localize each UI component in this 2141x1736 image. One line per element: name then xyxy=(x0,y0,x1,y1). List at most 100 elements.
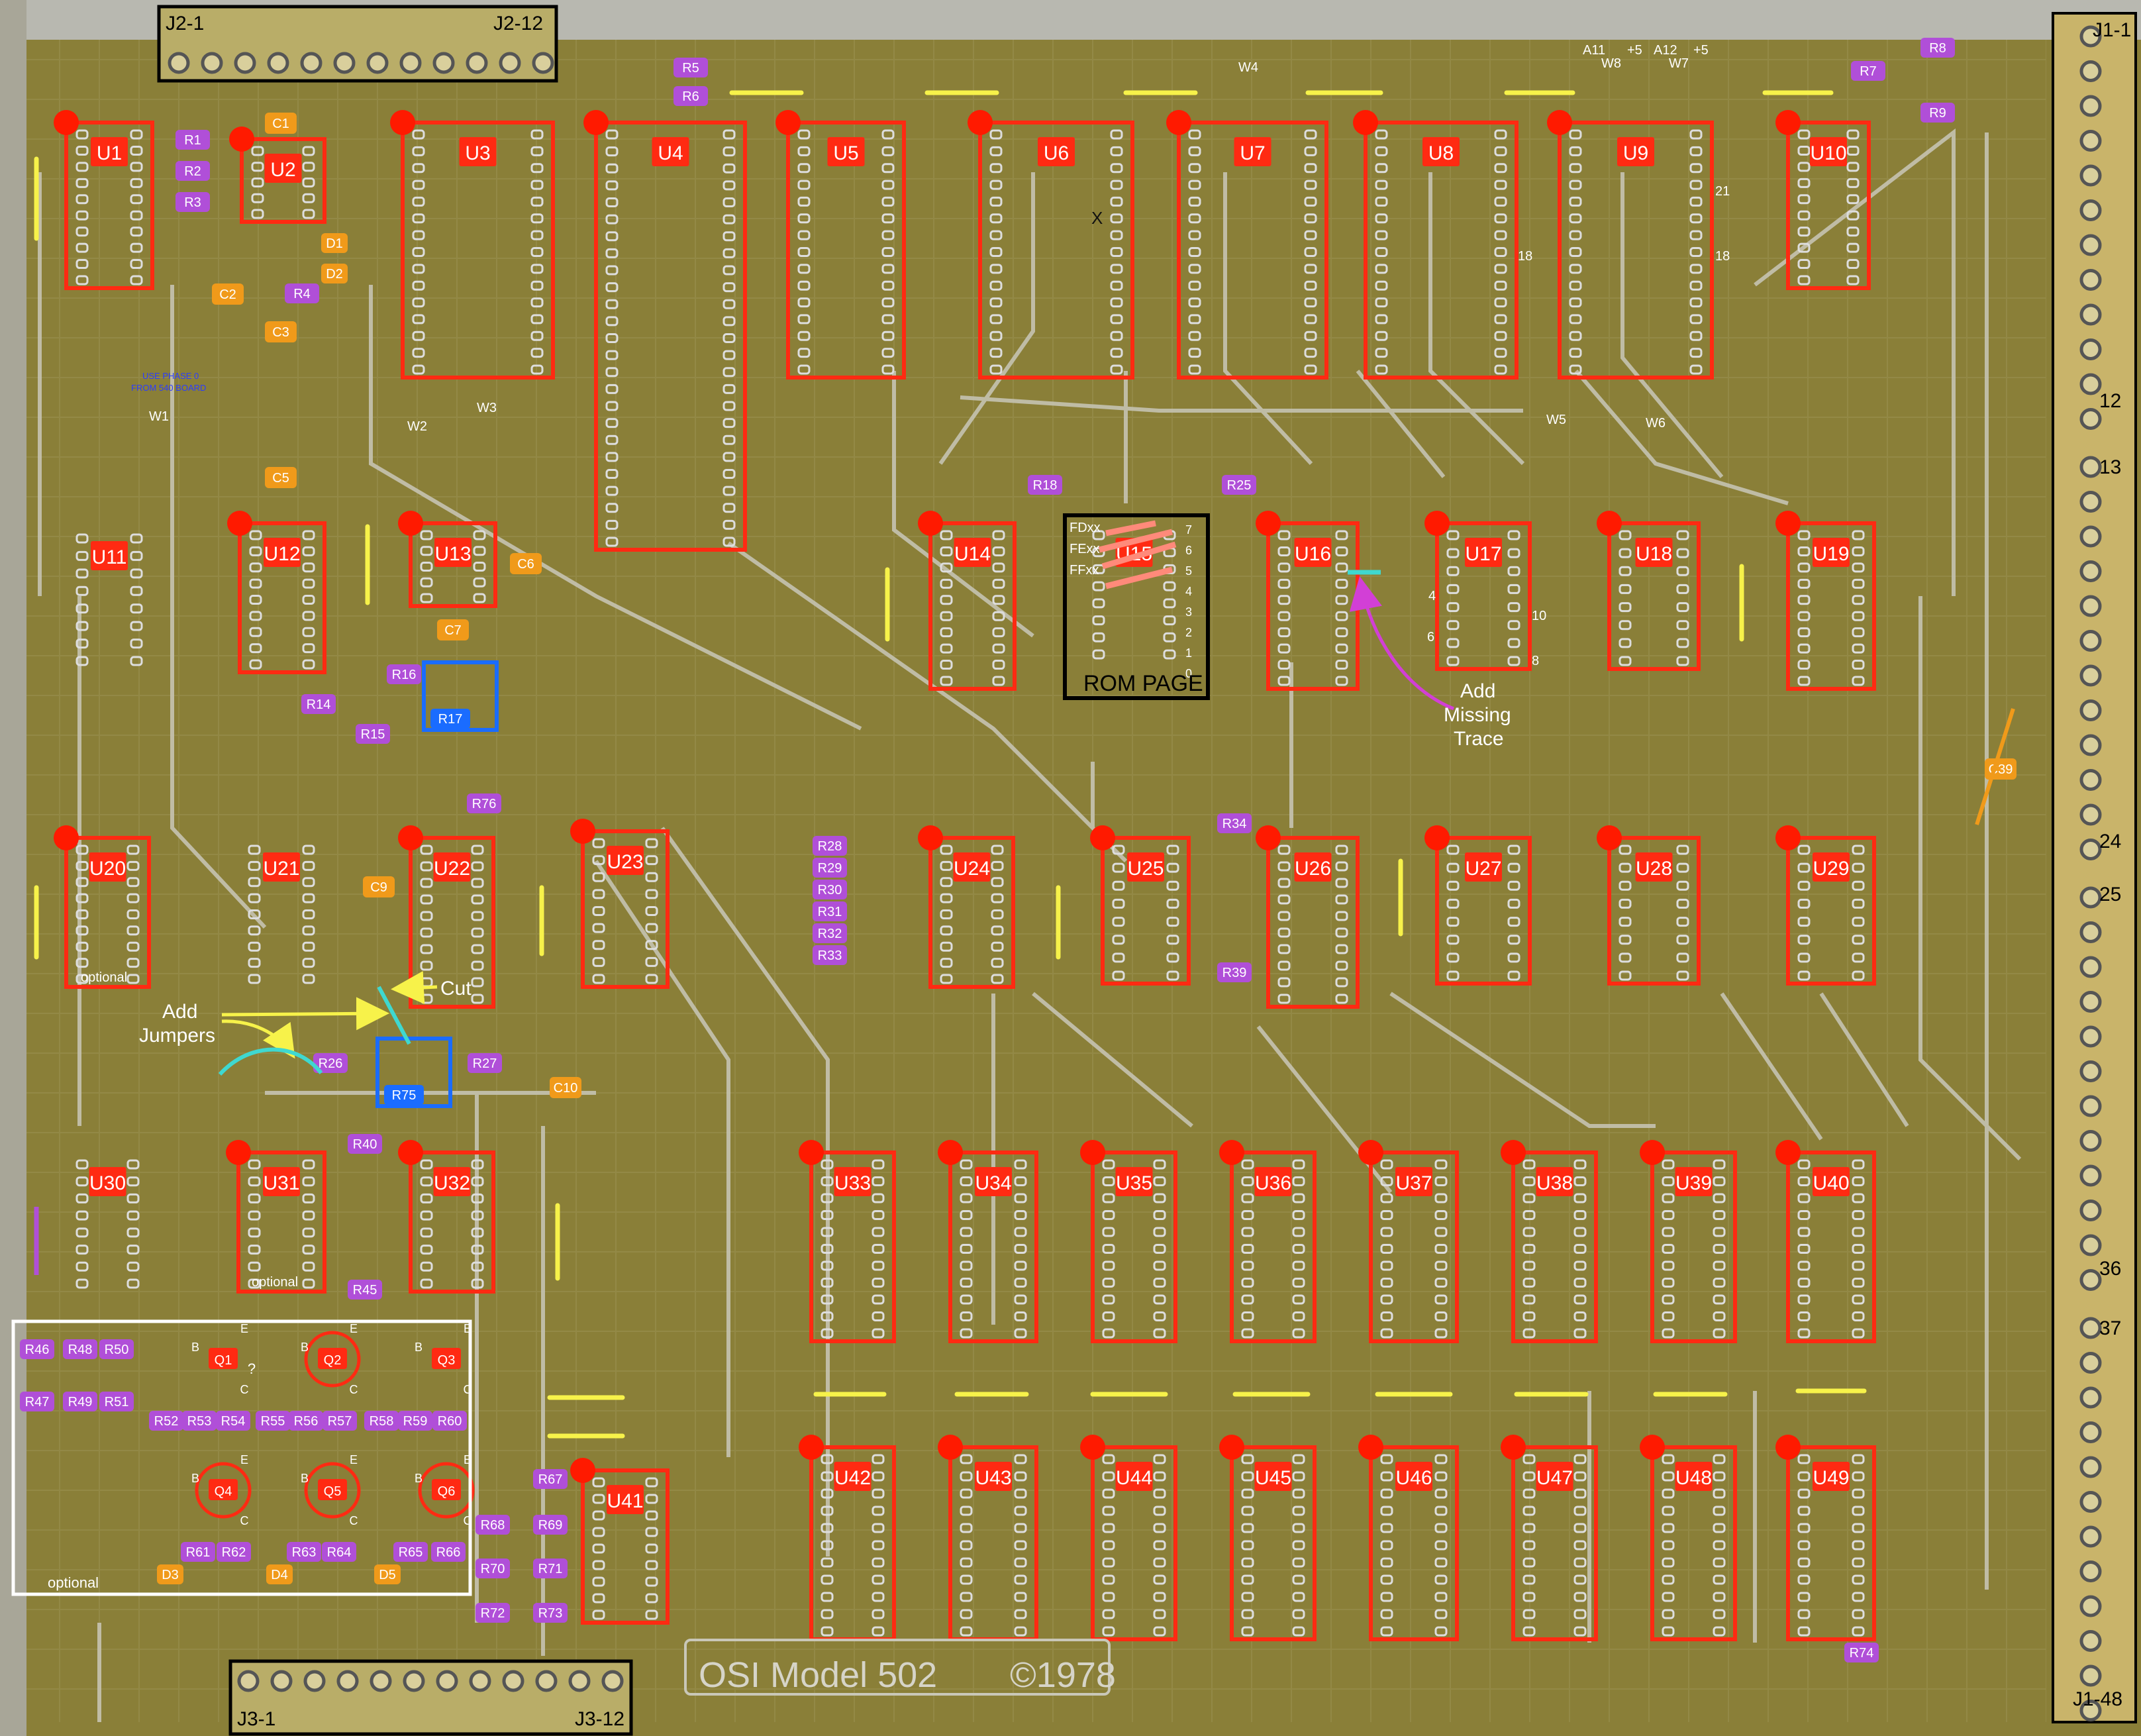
j1-pin xyxy=(2079,525,2102,548)
missing-trace-line-2: Missing xyxy=(1444,704,1511,726)
resistor-r2: R2 xyxy=(175,161,210,181)
pin1-marker xyxy=(1501,1140,1526,1165)
resistor-r54: R54 xyxy=(216,1411,250,1431)
pin1-marker xyxy=(938,1435,963,1460)
resistor-r28: R28 xyxy=(813,836,847,856)
j2-pin xyxy=(366,52,389,74)
ic-label: U41 xyxy=(607,1490,643,1512)
resistor-label: R74 xyxy=(1850,1646,1874,1660)
j1-pin xyxy=(2079,769,2102,791)
diode-d4: D4 xyxy=(266,1564,293,1584)
resistor-r52: R52 xyxy=(149,1411,183,1431)
resistor-r65: R65 xyxy=(393,1542,428,1562)
pin1-marker xyxy=(1090,825,1115,850)
resistor-label: R8 xyxy=(1929,41,1946,56)
resistor-r66: R66 xyxy=(431,1542,466,1562)
resistor-r60: R60 xyxy=(432,1411,467,1431)
ic-label: U18 xyxy=(1636,543,1672,565)
ic-label: U37 xyxy=(1395,1172,1432,1194)
j1-pin xyxy=(2079,491,2102,513)
j3-pin xyxy=(370,1670,392,1692)
pin1-marker xyxy=(570,1458,595,1483)
resistor-r71: R71 xyxy=(533,1558,568,1578)
transistor-pin-e: E xyxy=(240,1453,248,1466)
resistor-label: R57 xyxy=(328,1414,352,1429)
pin1-marker xyxy=(54,110,79,135)
diode-label: D1 xyxy=(326,236,343,251)
pin1-marker xyxy=(799,1435,824,1460)
capacitor-c6: C6 xyxy=(510,553,542,574)
resistor-label: R61 xyxy=(186,1545,211,1560)
resistor-r72: R72 xyxy=(475,1603,510,1623)
rom-page-row-fd: FDxx xyxy=(1070,521,1101,535)
j3-connector: J3-1 J3-12 xyxy=(228,1659,633,1736)
j2-pin xyxy=(234,52,256,74)
pin-21: 21 xyxy=(1715,184,1730,199)
add-jumpers-line-1: Add xyxy=(162,1001,197,1023)
capacitor-label: C1 xyxy=(272,117,289,131)
j1-pin xyxy=(2079,734,2102,756)
resistor-label: R73 xyxy=(538,1606,563,1621)
resistor-label: R33 xyxy=(818,948,842,963)
resistor-label: R50 xyxy=(105,1343,129,1357)
resistor-r50: R50 xyxy=(99,1339,134,1359)
ic-label: U3 xyxy=(465,142,490,164)
resistor-r63: R63 xyxy=(287,1542,321,1562)
jumper-w3: W3 xyxy=(477,401,497,415)
rom-page-title: ROM PAGE xyxy=(1083,671,1203,696)
resistor-r57: R57 xyxy=(323,1411,357,1431)
cut-mark-x: X xyxy=(1091,208,1103,228)
resistor-label: R39 xyxy=(1222,966,1247,980)
resistor-label: R64 xyxy=(327,1545,352,1560)
pin1-marker xyxy=(1775,511,1801,536)
ic-label: U27 xyxy=(1465,858,1501,880)
resistor-label: R60 xyxy=(438,1414,462,1429)
resistor-label: R14 xyxy=(307,697,331,712)
ic-label: U1 xyxy=(97,142,122,164)
pin1-marker xyxy=(1775,825,1801,850)
resistor-r53: R53 xyxy=(182,1411,217,1431)
pin-8-u17: 8 xyxy=(1532,654,1539,668)
ic-label: U46 xyxy=(1395,1467,1432,1489)
j1-pin xyxy=(2079,803,2102,826)
missing-trace-line-1: Add xyxy=(1460,680,1495,702)
resistor-label: R51 xyxy=(105,1395,129,1409)
pin1-marker xyxy=(583,110,609,135)
capacitor-label: C2 xyxy=(219,287,236,302)
cut-label: Cut xyxy=(440,978,472,999)
header-a12: A12 xyxy=(1654,43,1677,58)
resistor-label: R15 xyxy=(361,727,385,742)
pin1-marker xyxy=(1256,825,1281,850)
j2-pin xyxy=(532,52,554,74)
j3-pin xyxy=(535,1670,558,1692)
ic-label: U45 xyxy=(1255,1467,1291,1489)
diode-d2: D2 xyxy=(321,264,348,283)
j3-pin xyxy=(502,1670,524,1692)
ic-label: U38 xyxy=(1536,1172,1573,1194)
resistor-r69: R69 xyxy=(533,1515,568,1535)
resistor-r3: R3 xyxy=(175,192,210,212)
resistor-r67: R67 xyxy=(533,1469,568,1489)
pin1-marker xyxy=(570,819,595,844)
j3-pin xyxy=(303,1670,326,1692)
resistor-label: R40 xyxy=(353,1137,377,1152)
silkscreen-copyright: ©1978 xyxy=(1010,1655,1116,1695)
j2-pin xyxy=(201,52,223,74)
pin1-marker xyxy=(398,511,423,536)
rom-pin-number: 2 xyxy=(1185,626,1192,639)
ic-label: U6 xyxy=(1044,142,1069,164)
resistor-label: R47 xyxy=(25,1395,50,1409)
ic-label: U12 xyxy=(264,543,300,565)
pin-10-u17: 10 xyxy=(1532,609,1546,623)
capacitor-c39: C39 xyxy=(1985,758,2017,780)
diode-d5: D5 xyxy=(374,1564,401,1584)
add-jumpers-line-2: Jumpers xyxy=(139,1025,215,1047)
pin1-marker xyxy=(54,825,79,850)
resistor-r61: R61 xyxy=(181,1542,215,1562)
header-a11: A11 xyxy=(1583,43,1605,58)
j1-pin xyxy=(2079,1352,2102,1374)
ic-label: U9 xyxy=(1623,142,1648,164)
rom-pin-number: 1 xyxy=(1185,646,1192,660)
j1-pin xyxy=(2079,164,2102,187)
jumper-w2: W2 xyxy=(407,419,427,434)
